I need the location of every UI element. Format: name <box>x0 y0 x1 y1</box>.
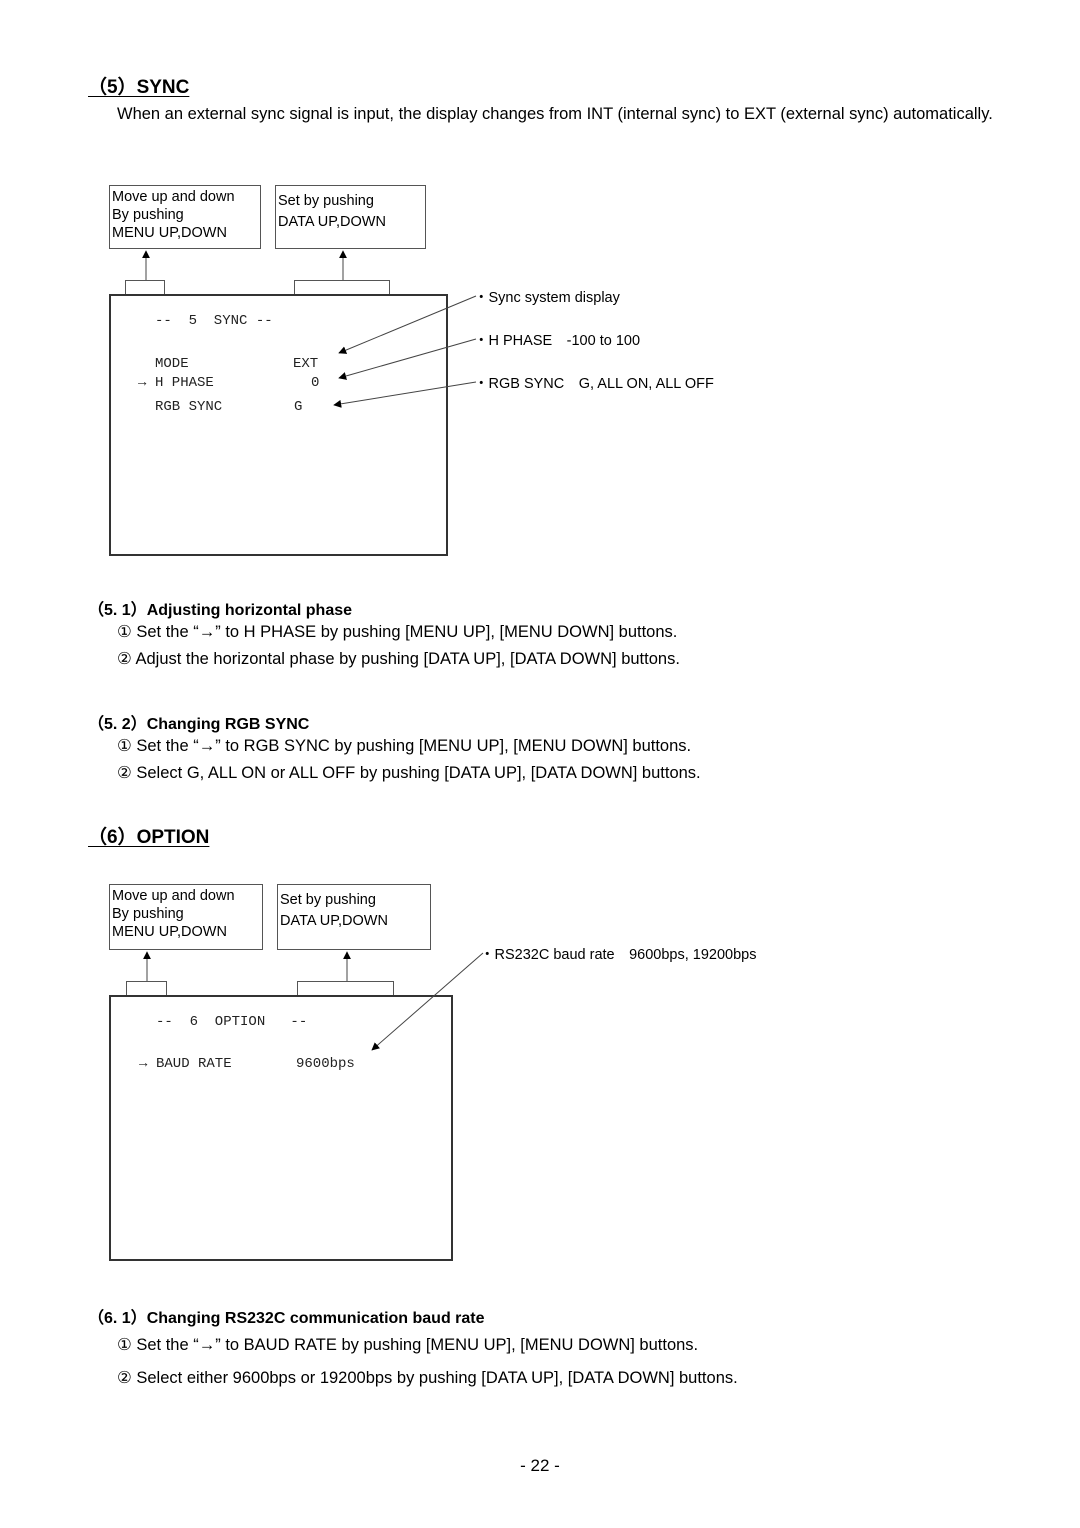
callout-line: Move up and down <box>112 888 235 904</box>
callout-line: By pushing <box>112 207 184 223</box>
section-heading-sync: （5）SYNC <box>88 77 190 98</box>
step-5-2-1: ① Set the “→” to RGB SYNC by pushing [ME… <box>117 737 692 755</box>
sync-row-value-h-phase: 0 <box>311 375 320 391</box>
sync-description: When an external sync signal is input, t… <box>117 105 993 123</box>
callout-line: Set by pushing <box>280 892 376 908</box>
note-rs232c-baud-rate: ・RS232C baud rate 9600bps, 19200bps <box>480 947 757 963</box>
sync-row-label-rgb-sync: RGB SYNC <box>155 399 223 415</box>
callout-menu-up-down: Move up and down By pushing MENU UP,DOWN <box>109 884 263 950</box>
step-5-1-2: ② Adjust the horizontal phase by pushing… <box>117 650 680 668</box>
callout-menu-up-down: Move up and down By pushing MENU UP,DOWN <box>109 185 261 249</box>
callout-line: By pushing <box>112 906 184 922</box>
callout-data-up-down: Set by pushing DATA UP,DOWN <box>275 185 426 249</box>
page-number: - 22 - <box>520 1456 560 1475</box>
cursor-arrow-icon: → <box>138 375 147 391</box>
sync-row-label-mode: MODE <box>155 356 189 372</box>
callout-line: Set by pushing <box>278 193 374 209</box>
option-screen-title: -- 6 OPTION -- <box>156 1014 308 1030</box>
subsection-heading-5-2: （5. 2）Changing RGB SYNC <box>88 716 310 733</box>
callout-line: DATA UP,DOWN <box>278 214 386 230</box>
subsection-heading-6-1: （6. 1）Changing RS232C communication baud… <box>88 1310 485 1327</box>
sync-screen-title: -- 5 SYNC -- <box>155 313 273 329</box>
step-6-1-1: ① Set the “→” to BAUD RATE by pushing [M… <box>117 1336 699 1354</box>
callout-line: Move up and down <box>112 189 235 205</box>
option-menu-screen <box>109 995 453 1261</box>
note-sync-system-display: ・Sync system display <box>474 290 620 306</box>
step-5-2-2: ② Select G, ALL ON or ALL OFF by pushing… <box>117 764 701 782</box>
note-rgb-sync-options: ・RGB SYNC G, ALL ON, ALL OFF <box>474 376 714 392</box>
sync-row-label-h-phase: H PHASE <box>155 375 214 391</box>
callout-line: DATA UP,DOWN <box>280 913 388 929</box>
option-row-label-baud-rate: BAUD RATE <box>156 1056 232 1072</box>
section-heading-option: （6）OPTION <box>88 827 210 848</box>
option-row-value-baud-rate: 9600bps <box>296 1056 355 1072</box>
cursor-arrow-icon: → <box>139 1056 148 1072</box>
callout-data-up-down: Set by pushing DATA UP,DOWN <box>277 884 431 950</box>
sync-menu-screen <box>109 294 448 556</box>
sync-row-value-mode: EXT <box>293 356 319 372</box>
sync-row-value-rgb-sync: G <box>294 399 303 415</box>
step-6-1-2: ② Select either 9600bps or 19200bps by p… <box>117 1369 738 1387</box>
callout-line: MENU UP,DOWN <box>112 924 227 940</box>
callout-line: MENU UP,DOWN <box>112 225 227 241</box>
subsection-heading-5-1: （5. 1）Adjusting horizontal phase <box>88 602 353 619</box>
note-h-phase-range: ・H PHASE -100 to 100 <box>474 333 641 349</box>
step-5-1-1: ① Set the “→” to H PHASE by pushing [MEN… <box>117 623 678 641</box>
